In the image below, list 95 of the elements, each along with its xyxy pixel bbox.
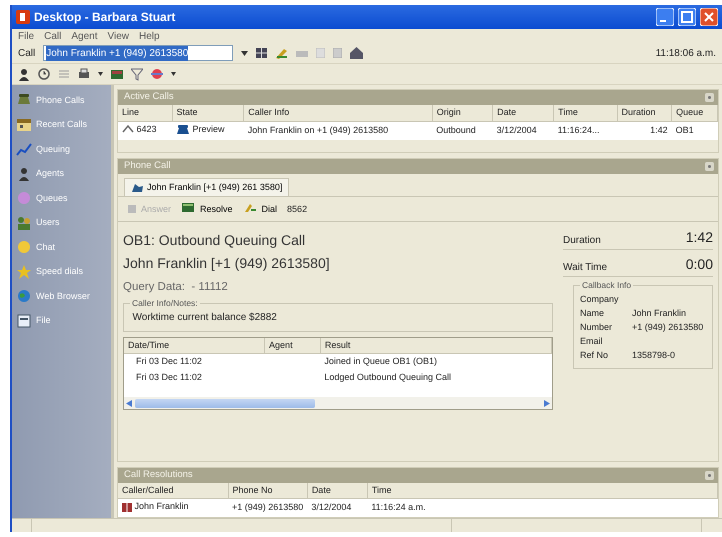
column-header[interactable]: Queue (672, 105, 718, 121)
pin-icon[interactable] (705, 93, 714, 102)
table-cell: 3/12/2004 (307, 498, 368, 517)
pencil-icon[interactable] (275, 48, 288, 58)
screen-icon[interactable] (111, 68, 123, 80)
timer-value: 1:42 (686, 228, 713, 248)
dropdown-caret-icon[interactable] (98, 72, 103, 76)
book-icon (122, 502, 132, 512)
grid-icon[interactable] (256, 48, 268, 58)
chart-icon (16, 141, 32, 158)
menu-item[interactable]: File (18, 28, 34, 44)
close-icon[interactable] (700, 8, 718, 26)
dropdown-caret-icon[interactable] (171, 72, 176, 76)
column-header[interactable]: Date (307, 482, 368, 499)
group-label: Callback Info (581, 281, 632, 290)
column-header[interactable]: State (172, 105, 244, 121)
timer-label: Duration (563, 234, 601, 248)
column-header[interactable]: Caller/Called (118, 482, 228, 499)
table-cell: 11:16:24 a.m. (367, 498, 718, 517)
star-icon (16, 264, 32, 280)
column-header[interactable]: Caller Info (244, 105, 432, 121)
table-cell: 11:16:24... (554, 121, 618, 140)
table-cell: Outbound (432, 121, 493, 140)
cell-text: John Franklin (134, 500, 189, 514)
field-value: 1358798-0 (632, 348, 676, 361)
column-header[interactable]: Duration (617, 105, 672, 121)
field-label: Number (580, 320, 614, 333)
smiley-icon (16, 239, 32, 256)
calendar-icon (16, 116, 32, 133)
column-header[interactable]: Origin (432, 105, 493, 121)
column-header[interactable]: Line (118, 105, 172, 121)
minimize-icon[interactable] (656, 8, 674, 26)
table-cell: 3/12/2004 (492, 121, 554, 140)
app-logo-icon (16, 10, 30, 24)
horizontal-scrollbar[interactable] (124, 397, 552, 409)
menu-item[interactable]: Call (44, 28, 62, 44)
window-title: Desktop - Barbara Stuart (34, 9, 176, 26)
person-icon (16, 166, 32, 182)
field-label: Name (580, 306, 606, 319)
file-icon (16, 312, 32, 329)
clock-text: 11:18:06 a.m. (656, 46, 716, 60)
call-label: Call (18, 46, 36, 60)
timer-value: 0:00 (686, 255, 713, 274)
line-icon (122, 124, 134, 134)
column-header[interactable]: Time (367, 482, 718, 499)
menu-item[interactable]: Help (139, 28, 160, 44)
table-cell: +1 (949) 2613580 (228, 498, 308, 517)
table-cell: OB1 (672, 121, 718, 140)
people-icon (16, 214, 32, 231)
field-label: Ref No (580, 348, 610, 361)
cell-text: 6423 (136, 122, 157, 136)
notes-text: Worktime current balance $2882 (132, 310, 278, 324)
extension-text: 8562 (287, 202, 308, 216)
call-heading: OB1: Outbound Queuing Call (123, 230, 306, 250)
group-label: Caller Info/Notes: (131, 299, 199, 308)
field-value: +1 (949) 2613580 (632, 320, 704, 333)
column-header[interactable]: Result (320, 338, 552, 354)
scroll-left-icon[interactable] (126, 400, 132, 406)
list-icon[interactable] (58, 68, 70, 80)
globe-icon (16, 288, 32, 304)
maximize-icon[interactable] (678, 8, 696, 26)
menu-item[interactable]: View (108, 28, 129, 44)
scroll-right-icon[interactable] (544, 400, 550, 406)
pin-icon[interactable] (705, 162, 714, 171)
field-label: Email (580, 334, 604, 347)
field-value: John Franklin (632, 306, 686, 319)
column-header[interactable]: Date/Time (124, 338, 265, 354)
query-text: Query Data: - 11112 (123, 280, 229, 296)
call-field[interactable]: John Franklin +1 (949) 2613580 (43, 45, 234, 61)
pin-icon[interactable] (705, 470, 714, 480)
house-icon[interactable] (350, 47, 364, 59)
column-header[interactable]: Time (554, 105, 618, 121)
filter-icon[interactable] (131, 68, 143, 80)
action-button[interactable]: Resolve (181, 201, 233, 218)
column-header[interactable]: Phone No (228, 482, 308, 499)
clock-icon[interactable] (38, 68, 50, 80)
panel-title: Phone Call (124, 159, 170, 174)
caller-text: John Franklin [+1 (949) 2613580] (123, 254, 331, 274)
call-tab[interactable]: John Franklin [+1 (949) 261 3580] (124, 178, 290, 196)
table-cell: 1:42 (617, 121, 672, 140)
cell-text: Preview (192, 122, 225, 136)
action-button[interactable]: Dial (242, 201, 278, 218)
panel-title: Active Calls (124, 90, 174, 104)
printer-icon[interactable] (78, 68, 90, 80)
person-icon[interactable] (18, 68, 30, 80)
field-label: Company (580, 292, 620, 305)
menu-item[interactable]: Agent (71, 28, 98, 44)
column-header[interactable]: Date (492, 105, 554, 121)
table-cell: John Franklin on +1 (949) 2613580 (244, 121, 432, 140)
panel-title: Call Resolutions (124, 468, 193, 482)
circle-icon (16, 190, 32, 206)
timer-label: Wait Time (563, 261, 608, 276)
column-header[interactable]: Agent (264, 338, 320, 354)
scroll-thumb[interactable] (135, 398, 315, 408)
dropdown-caret-icon[interactable] (241, 50, 248, 56)
